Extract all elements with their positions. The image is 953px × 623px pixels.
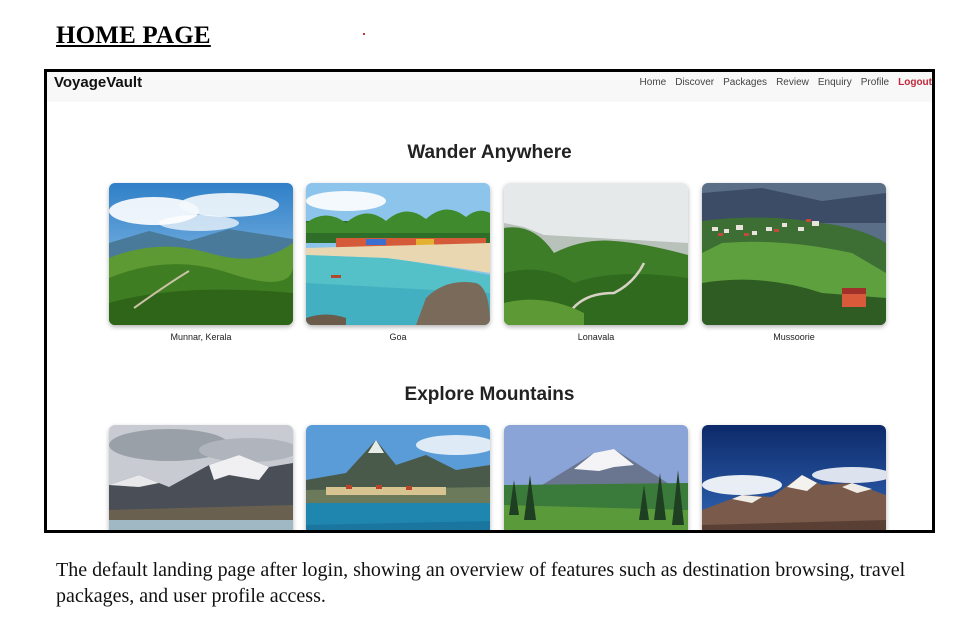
snow-volcano-image (504, 425, 688, 530)
munnar-image (109, 183, 293, 325)
nav-home[interactable]: Home (640, 77, 667, 88)
document-title: HOME PAGE (56, 22, 211, 49)
snow-mountain-lake-image (109, 425, 293, 530)
mountain-card-3[interactable] (504, 425, 688, 530)
destination-card-mussoorie[interactable]: Mussoorie (702, 183, 886, 342)
nav-discover[interactable]: Discover (675, 77, 714, 88)
stray-mark (363, 33, 365, 35)
fjord-peak-image (306, 425, 490, 530)
nav-review[interactable]: Review (776, 77, 809, 88)
document-description: The default landing page after login, sh… (56, 559, 906, 607)
mountain-card-4[interactable] (702, 425, 886, 530)
section-title-wander: Wander Anywhere (407, 142, 572, 163)
app-screenshot-frame: VoyageVault Home Discover Packages Revie… (44, 69, 935, 533)
destination-card-lonavala[interactable]: Lonavala (504, 183, 688, 342)
card-caption: Lonavala (577, 332, 615, 342)
brand-logo[interactable]: VoyageVault (54, 74, 142, 91)
card-caption: Mussoorie (773, 332, 815, 342)
card-caption: Goa (389, 332, 407, 342)
nav-links: Home Discover Packages Review Enquiry Pr… (631, 77, 932, 88)
nav-enquiry[interactable]: Enquiry (818, 77, 852, 88)
destination-card-munnar[interactable]: Munnar, Kerala (109, 183, 293, 342)
card-caption: Munnar, Kerala (170, 332, 232, 342)
himalayan-peaks-image (702, 425, 886, 530)
goa-image (306, 183, 490, 325)
lonavala-image (504, 183, 688, 325)
navbar: VoyageVault Home Discover Packages Revie… (47, 72, 932, 102)
mountain-card-2[interactable] (306, 425, 490, 530)
nav-packages[interactable]: Packages (723, 77, 767, 88)
destination-card-goa[interactable]: Goa (306, 183, 490, 342)
mussoorie-image (702, 183, 886, 325)
nav-logout[interactable]: Logout (898, 77, 932, 88)
nav-profile[interactable]: Profile (861, 77, 889, 88)
section-title-mountains: Explore Mountains (404, 384, 575, 405)
mountain-card-1[interactable] (109, 425, 293, 530)
